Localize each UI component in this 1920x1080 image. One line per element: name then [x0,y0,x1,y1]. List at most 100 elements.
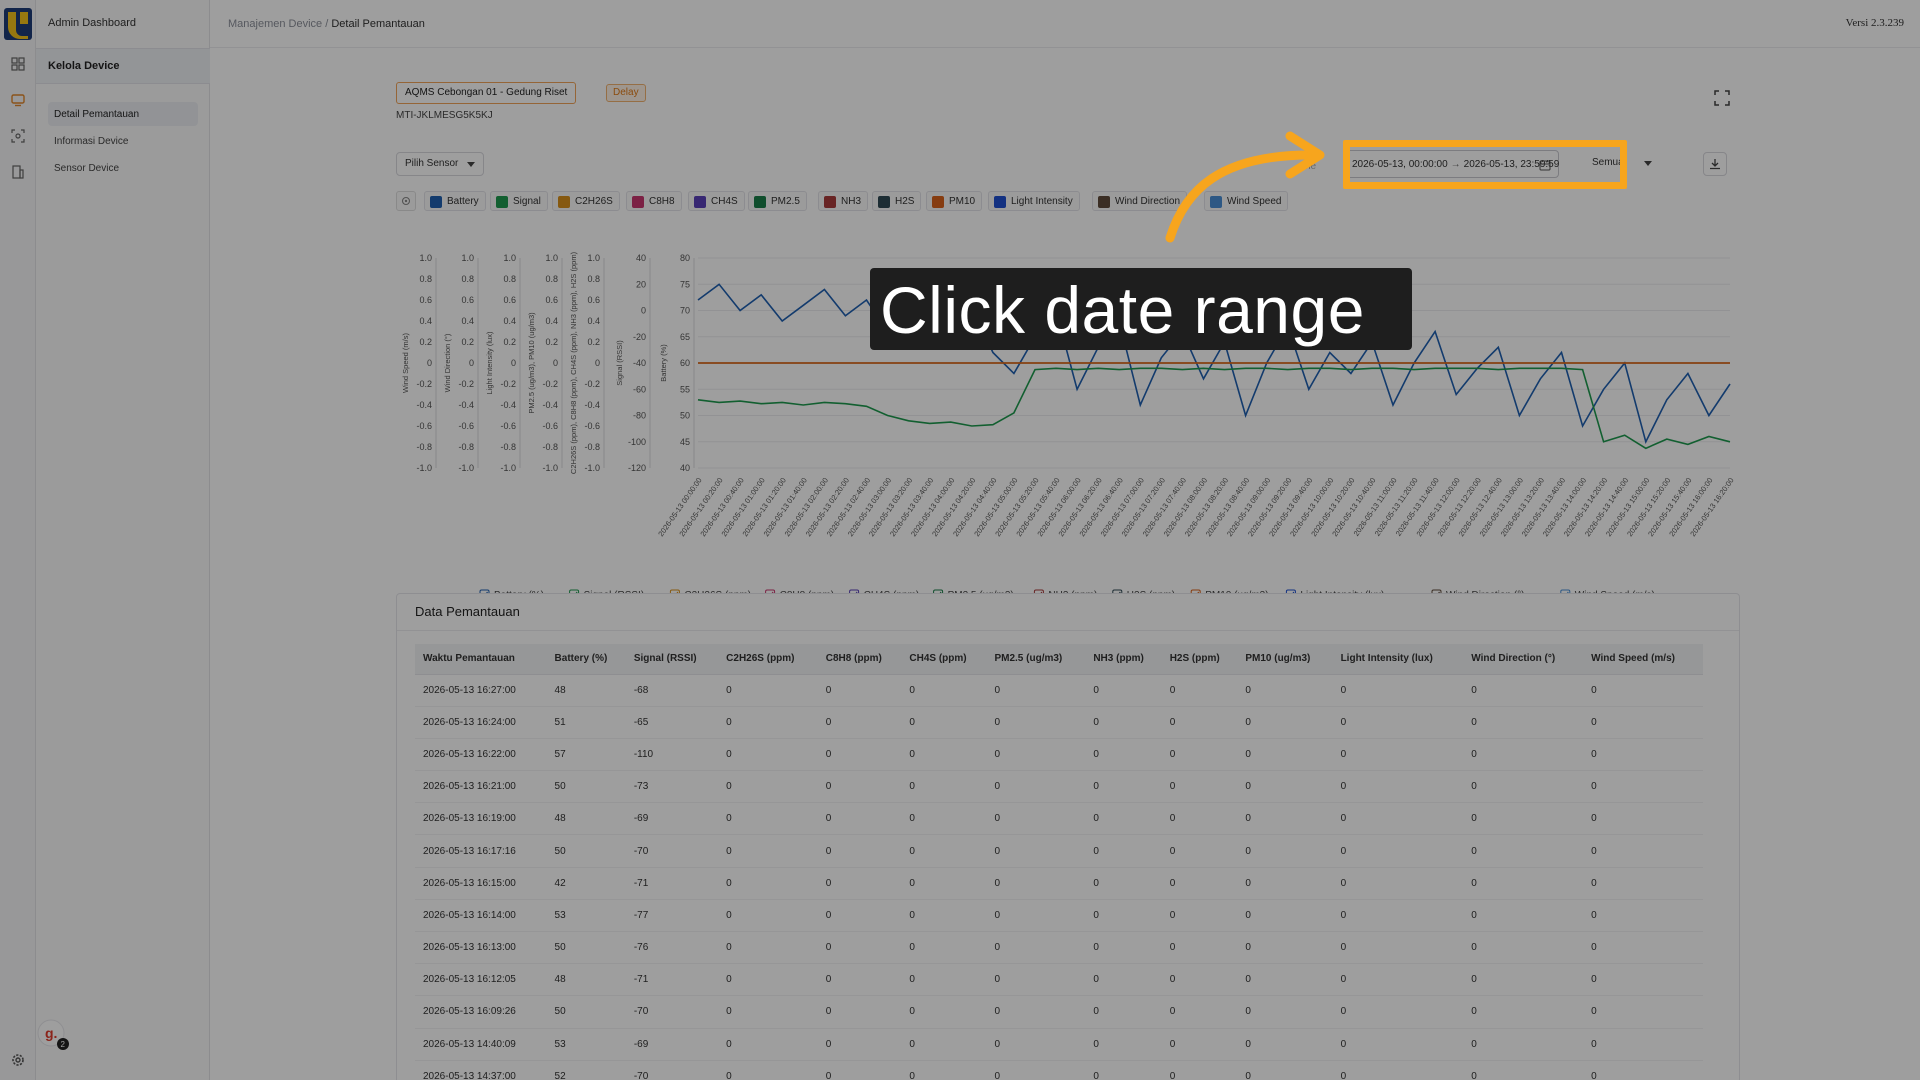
table-cell: 0 [1161,802,1238,836]
column-header[interactable]: Wind Direction (°) [1463,644,1584,675]
y-tick-label: -100 [628,437,646,447]
series-chip-c2h26s[interactable]: C2H26S [552,191,620,211]
device-icon[interactable] [10,92,26,108]
series-line-signal-rssi- [697,367,1731,450]
sidebar-item-detail-pemantauan[interactable]: Detail Pemantauan [48,102,198,126]
settings-gear-icon[interactable] [10,1052,26,1068]
column-header[interactable]: PM10 (ug/m3) [1237,644,1333,675]
series-chip-label: H2S [895,196,915,207]
column-header[interactable]: NH3 (ppm) [1085,644,1162,675]
table-cell: 0 [718,995,818,1029]
table-cell: 0 [1583,738,1703,772]
table-cell: 0 [1463,738,1584,772]
series-chip-signal[interactable]: Signal [490,191,548,211]
column-header[interactable]: Signal (RSSI) [625,644,719,675]
fullscreen-icon[interactable] [1714,90,1730,106]
table-cell: 0 [718,1028,818,1061]
series-swatch [754,196,766,208]
y-tick-label: 0.6 [461,295,474,305]
table-cell: 0 [718,674,818,707]
y-tick-label: 0.6 [587,295,600,305]
series-chip-wind-direction[interactable]: Wind Direction [1092,191,1188,211]
table-cell: 2026-05-13 16:27:00 [415,674,547,707]
breadcrumb: Manajemen Device / Detail Pemantauan [228,18,425,30]
series-chip-pm10[interactable]: PM10 [926,191,983,211]
column-header[interactable]: Waktu Pemantauan [415,644,547,675]
series-chip-wind-speed[interactable]: Wind Speed [1204,191,1289,211]
table-cell: 0 [817,738,902,772]
column-header[interactable]: Wind Speed (m/s) [1583,644,1703,675]
y-tick-label: -0.4 [416,400,432,410]
table-cell: 0 [1237,931,1333,965]
chevron-down-icon [467,162,475,167]
sensor-select[interactable]: Pilih Sensor [396,152,484,176]
table-row: 2026-05-13 16:22:00 57 -110 0 0 0 0 0 0 0 0 0 0 [415,738,1703,772]
y-tick-label: 0.2 [461,337,474,347]
series-chip-c8h8[interactable]: C8H8 [626,191,682,211]
y-tick-label: 1.0 [587,253,600,263]
series-swatch [632,196,644,208]
series-chip-h2s[interactable]: H2S [872,191,922,211]
table-cell: 0 [986,899,1086,933]
column-header[interactable]: C8H8 (ppm) [817,644,902,675]
series-chip-battery[interactable]: Battery [424,191,486,211]
table-cell: 0 [817,995,902,1029]
scan-icon[interactable] [10,128,26,144]
column-header[interactable]: C2H26S (ppm) [718,644,818,675]
table-cell: 0 [817,931,902,965]
table-cell: 0 [1161,931,1238,965]
series-chip-pm2-5[interactable]: PM2.5 [748,191,807,211]
chip-settings-button[interactable] [396,191,416,211]
date-range-picker[interactable]: 2026-05-13, 00:00:00 → 2026-05-13, 23:59:5… [1343,150,1559,178]
table-cell: 0 [1583,963,1703,997]
table-cell: 0 [1463,674,1584,707]
sidebar-group-kelola-device[interactable]: Kelola Device [36,48,210,84]
sidebar-item-informasi-device[interactable]: Informasi Device [48,129,198,153]
aggregate-select[interactable]: Semua [1584,152,1660,176]
user-avatar[interactable]: g. 2 [36,1018,70,1052]
download-button[interactable] [1703,152,1727,176]
column-header[interactable]: Light Intensity (lux) [1332,644,1464,675]
table-cell: 50 [546,931,626,965]
column-header[interactable]: Battery (%) [546,644,626,675]
table-cell: 2026-05-13 14:37:00 [415,1060,547,1080]
table-cell: 0 [986,931,1086,965]
table-cell: -70 [625,834,719,868]
y-tick-label: 0.4 [545,316,558,326]
grid-icon[interactable] [10,56,26,72]
y-tick-label: -0.2 [416,379,432,389]
series-chip-light-intensity[interactable]: Light Intensity [988,191,1080,211]
y-axis-title: Battery (%) [659,344,668,382]
table-cell: -70 [625,1060,719,1080]
table-cell: 0 [1161,867,1238,900]
y-tick-label: -0.8 [458,442,474,452]
series-swatch [878,196,890,208]
column-header[interactable]: PM2.5 (ug/m3) [986,644,1086,675]
y-tick-label: 0.4 [461,316,474,326]
series-chip-label: PM2.5 [771,196,800,207]
table-cell: 0 [817,674,902,707]
table-cell: 2026-05-13 16:19:00 [415,802,547,836]
table-cell: 0 [901,706,987,739]
series-swatch [1210,196,1222,208]
table-cell: 0 [1161,834,1238,868]
column-header[interactable]: CH4S (ppm) [901,644,987,675]
series-chip-ch4s[interactable]: CH4S [688,191,745,211]
series-chip-label: C2H26S [575,196,613,207]
table-cell: 2026-05-13 16:15:00 [415,867,547,900]
y-tick-label: -0.6 [416,421,432,431]
y-tick-label: 45 [680,437,690,447]
table-cell: 0 [1085,963,1162,997]
y-tick-label: -0.2 [584,379,600,389]
sidebar-item-sensor-device[interactable]: Sensor Device [48,156,198,180]
series-chip-label: Wind Direction [1115,196,1181,207]
date-arrow-icon: → [1450,159,1461,170]
building-icon[interactable] [10,164,26,180]
table-cell: 0 [986,706,1086,739]
column-header[interactable]: H2S (ppm) [1161,644,1238,675]
series-chip-nh3[interactable]: NH3 [818,191,869,211]
series-swatch [1098,196,1110,208]
breadcrumb-parent[interactable]: Manajemen Device [228,18,322,30]
y-tick-label: 75 [680,279,690,289]
table-cell: 2026-05-13 16:22:00 [415,738,547,772]
